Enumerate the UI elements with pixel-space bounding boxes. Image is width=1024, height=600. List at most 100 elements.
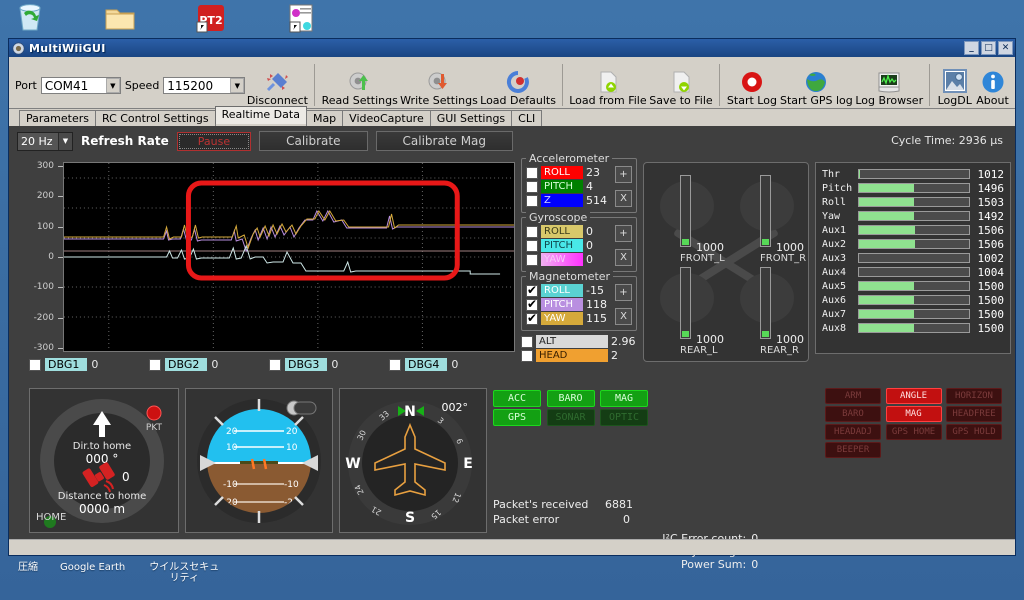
write-settings-label: Write Settings bbox=[400, 94, 478, 107]
gyro-pitch-row[interactable]: PITCH 0 bbox=[526, 239, 612, 252]
application-window: MultiWiiGUI _ □ ✕ Port COM41 ▼ Speed 115… bbox=[8, 38, 1016, 571]
sensor-status-panel: ACC BARO MAG GPS SONAR OPTIC bbox=[493, 390, 653, 428]
status-gps[interactable]: GPS bbox=[493, 409, 541, 426]
gyro-roll-row[interactable]: ROLL 0 bbox=[526, 225, 612, 238]
mode-headfree[interactable]: HEADFREE bbox=[946, 406, 1002, 422]
alt-checkbox[interactable] bbox=[521, 335, 533, 348]
speed-select[interactable]: 115200 ▼ bbox=[163, 77, 246, 94]
dbg2-checkbox[interactable] bbox=[149, 358, 161, 371]
tab-parameters[interactable]: Parameters bbox=[19, 110, 96, 126]
acc-x-button[interactable]: X bbox=[615, 190, 632, 207]
mode-mag[interactable]: MAG bbox=[885, 406, 942, 422]
gyro-pitch-checkbox[interactable] bbox=[526, 239, 538, 252]
dbg3-checkbox[interactable] bbox=[269, 358, 281, 371]
mode-arm[interactable]: ARM bbox=[825, 388, 881, 404]
load-defaults-button[interactable]: Load Defaults bbox=[479, 68, 557, 108]
gyro-x-button[interactable]: X bbox=[615, 249, 632, 266]
write-settings-button[interactable]: Write Settings bbox=[399, 68, 479, 108]
refresh-rate-select[interactable]: 20 Hz ▼ bbox=[17, 131, 73, 151]
chevron-down-icon[interactable]: ▼ bbox=[105, 78, 120, 93]
mode-angle[interactable]: ANGLE bbox=[885, 388, 942, 404]
tab-gui-settings[interactable]: GUI Settings bbox=[429, 110, 513, 126]
acc-pitch-checkbox[interactable] bbox=[526, 180, 538, 193]
rc-bar-roll bbox=[858, 197, 970, 207]
gyro-yaw-checkbox[interactable] bbox=[526, 253, 538, 266]
mag-roll-row[interactable]: ROLL -15 bbox=[526, 283, 612, 297]
calibrate-button[interactable]: Calibrate bbox=[259, 131, 368, 151]
mode-gps-home[interactable]: GPS HOME bbox=[885, 424, 942, 440]
calibrate-mag-button[interactable]: Calibrate Mag bbox=[375, 131, 514, 151]
mode-baro[interactable]: BARO bbox=[825, 406, 881, 422]
refresh-controls: 20 Hz ▼ Refresh Rate Pause Calibrate Cal… bbox=[9, 126, 1015, 155]
acc-pitch-row[interactable]: PITCH 4 bbox=[526, 180, 612, 193]
window-titlebar[interactable]: MultiWiiGUI _ □ ✕ bbox=[9, 39, 1015, 57]
status-acc[interactable]: ACC bbox=[493, 390, 541, 407]
mag-roll-checkbox[interactable] bbox=[526, 283, 538, 297]
rc-channels-panel: Thr 1012 Pitch 1496 Roll 1503 Yaw 1492 A… bbox=[815, 162, 1011, 354]
close-button[interactable]: ✕ bbox=[998, 41, 1013, 55]
mode-headadj[interactable]: HEADADJ bbox=[825, 424, 881, 440]
debug-item-4[interactable]: DBG4 0 bbox=[389, 358, 509, 371]
gyro-plus-button[interactable]: + bbox=[615, 225, 632, 242]
acc-plus-button[interactable]: + bbox=[615, 166, 632, 183]
chart-plot-area[interactable] bbox=[63, 162, 515, 352]
acc-z-row[interactable]: Z 514 bbox=[526, 194, 612, 207]
save-to-file-button[interactable]: Save to File bbox=[648, 68, 714, 108]
acc-roll-checkbox[interactable] bbox=[526, 166, 538, 179]
logdl-button[interactable]: LogDL bbox=[935, 68, 974, 108]
read-settings-button[interactable]: Read Settings bbox=[320, 68, 399, 108]
status-sonar[interactable]: SONAR bbox=[546, 409, 595, 426]
mag-pitch-checkbox[interactable] bbox=[526, 297, 538, 311]
log-browser-button[interactable]: Log Browser bbox=[854, 68, 924, 108]
desktop-icon-folder[interactable] bbox=[98, 2, 142, 37]
load-from-file-button[interactable]: Load from File bbox=[568, 68, 648, 108]
realtime-chart[interactable]: 300 200 100 0 -100 -200 -300 bbox=[25, 161, 515, 353]
desktop-icon-notebook[interactable] bbox=[278, 2, 322, 37]
debug-item-2[interactable]: DBG2 0 bbox=[149, 358, 269, 371]
pause-button[interactable]: Pause bbox=[176, 131, 252, 151]
maximize-button[interactable]: □ bbox=[981, 41, 996, 55]
head-row[interactable]: HEAD 2 bbox=[521, 349, 637, 362]
status-mag[interactable]: MAG bbox=[600, 390, 648, 407]
mag-yaw-row[interactable]: YAW 115 bbox=[526, 311, 612, 325]
tab-videocapture[interactable]: VideoCapture bbox=[342, 110, 431, 126]
mode-beeper[interactable]: BEEPER bbox=[825, 442, 881, 458]
status-baro[interactable]: BARO bbox=[546, 390, 595, 407]
status-optic[interactable]: OPTIC bbox=[600, 409, 648, 426]
acc-z-checkbox[interactable] bbox=[526, 194, 538, 207]
debug-item-1[interactable]: DBG1 0 bbox=[29, 358, 149, 371]
start-log-button[interactable]: Start Log bbox=[725, 68, 779, 108]
start-gps-log-button[interactable]: Start GPS log bbox=[779, 68, 854, 108]
mode-horizon[interactable]: HORIZON bbox=[946, 388, 1002, 404]
mag-plus-button[interactable]: + bbox=[615, 284, 632, 301]
about-button[interactable]: About bbox=[974, 68, 1011, 108]
desktop-icons: PT2 bbox=[8, 2, 322, 37]
chevron-down-icon[interactable]: ▼ bbox=[230, 78, 245, 93]
minimize-button[interactable]: _ bbox=[964, 41, 979, 55]
dbg4-checkbox[interactable] bbox=[389, 358, 401, 371]
gyro-yaw-row[interactable]: YAW 0 bbox=[526, 253, 612, 266]
head-checkbox[interactable] bbox=[521, 349, 533, 362]
dbg1-checkbox[interactable] bbox=[29, 358, 41, 371]
desktop-taskbar-labels: 圧縮 Google Earth ウイルスセキュリティ bbox=[18, 562, 221, 584]
mag-x-button[interactable]: X bbox=[615, 308, 632, 325]
rc-value-aux7: 1500 bbox=[977, 307, 1005, 321]
acc-roll-row[interactable]: ROLL 23 bbox=[526, 166, 612, 179]
gyro-roll-checkbox[interactable] bbox=[526, 225, 538, 238]
tab-rc-control-settings[interactable]: RC Control Settings bbox=[94, 110, 216, 126]
mag-yaw-checkbox[interactable] bbox=[526, 311, 538, 325]
tab-cli[interactable]: CLI bbox=[511, 110, 543, 126]
tab-realtime-data[interactable]: Realtime Data bbox=[214, 106, 307, 124]
desktop-icon-recycle-bin[interactable] bbox=[8, 2, 52, 37]
mode-gps-hold[interactable]: GPS HOLD bbox=[946, 424, 1002, 440]
desktop-icon-pt2[interactable]: PT2 bbox=[188, 2, 232, 37]
disconnect-button[interactable]: Disconnect bbox=[245, 68, 309, 108]
chevron-down-icon[interactable]: ▼ bbox=[58, 132, 72, 150]
debug-item-3[interactable]: DBG3 0 bbox=[269, 358, 389, 371]
mag-pitch-row[interactable]: PITCH 118 bbox=[526, 297, 612, 311]
accelerometer-title: Accelerometer bbox=[526, 152, 613, 165]
motor-bar-front-left bbox=[680, 175, 691, 247]
port-select[interactable]: COM41 ▼ bbox=[40, 77, 121, 94]
tab-map[interactable]: Map bbox=[305, 110, 344, 126]
alt-row[interactable]: ALT 2.96 bbox=[521, 335, 637, 348]
